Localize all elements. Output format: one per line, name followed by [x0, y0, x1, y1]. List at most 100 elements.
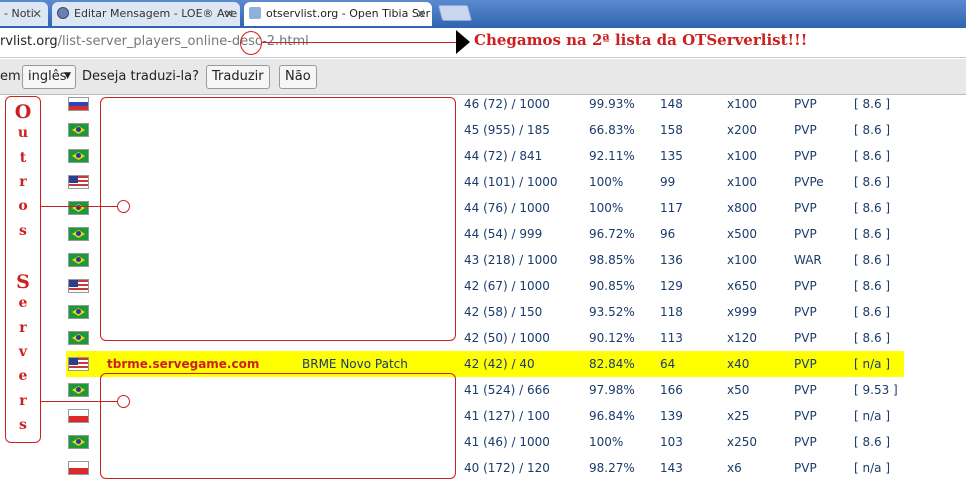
flag-icon [68, 253, 89, 267]
cell-ping: 99 [660, 175, 676, 189]
cell-ping: 113 [660, 331, 683, 345]
cell-uptime: 99.93% [589, 97, 635, 111]
cell-exp: x500 [727, 227, 758, 241]
cell-uptime: 92.11% [589, 149, 635, 163]
side-label-char: s [19, 222, 27, 239]
chevron-down-icon: ▼ [64, 71, 71, 81]
annotation-headline: Chegamos na 2ª lista da OTServerlist!!! [474, 31, 808, 49]
cell-ping: 129 [660, 279, 683, 293]
cell-version: [ n/a ] [854, 409, 890, 423]
flag-icon [68, 279, 89, 293]
cell-exp: x50 [727, 383, 750, 397]
cell-exp: x100 [727, 253, 758, 267]
cell-players: 45 (955) / 185 [464, 123, 550, 137]
translate-button[interactable]: Traduzir [206, 65, 270, 89]
cell-version: [ 8.6 ] [854, 435, 891, 449]
cell-uptime: 96.84% [589, 409, 635, 423]
annotation-arrow-line [262, 42, 460, 43]
cell-players: 46 (72) / 1000 [464, 97, 550, 111]
cell-ping: 136 [660, 253, 683, 267]
site-favicon-icon [249, 7, 261, 19]
language-select[interactable]: inglês ▼ [22, 65, 76, 89]
tab-label: - Noti [4, 7, 34, 20]
new-tab-button[interactable] [437, 5, 473, 21]
close-icon[interactable]: ✕ [224, 7, 234, 21]
side-label-char: O [14, 101, 32, 123]
cell-players: 42 (58) / 150 [464, 305, 543, 319]
cell-ping: 117 [660, 201, 683, 215]
cell-ping: 96 [660, 227, 676, 241]
cell-ping: 139 [660, 409, 683, 423]
cell-players: 42 (50) / 1000 [464, 331, 550, 345]
side-label-char: r [19, 173, 27, 190]
tab-otservlist[interactable]: otservlist.org - Open Tibia Ser ✕ [244, 2, 432, 26]
cell-type: PVP [794, 435, 817, 449]
cell-type: PVP [794, 227, 817, 241]
flag-icon [68, 383, 89, 397]
cell-players: 42 (67) / 1000 [464, 279, 550, 293]
tab-label: otservlist.org - Open Tibia Ser [266, 7, 431, 20]
flag-icon [68, 175, 89, 189]
flag-icon [68, 435, 89, 449]
annotation-marker [117, 200, 130, 213]
cell-name[interactable]: tbrme.servegame.com [107, 357, 259, 371]
cell-uptime: 82.84% [589, 357, 635, 371]
cell-ping: 158 [660, 123, 683, 137]
cell-version: [ 8.6 ] [854, 279, 891, 293]
cell-exp: x100 [727, 175, 758, 189]
cell-uptime: 100% [589, 175, 624, 189]
cell-uptime: 96.72% [589, 227, 635, 241]
close-icon[interactable]: ✕ [416, 7, 426, 21]
cell-players: 41 (46) / 1000 [464, 435, 550, 449]
side-label-char: r [19, 319, 27, 336]
cell-players: 42 (42) / 40 [464, 357, 535, 371]
cell-version: [ 8.6 ] [854, 175, 891, 189]
cell-uptime: 100% [589, 201, 624, 215]
cell-players: 43 (218) / 1000 [464, 253, 558, 267]
flag-icon [68, 149, 89, 163]
cell-type: PVP [794, 149, 817, 163]
cell-exp: x800 [727, 201, 758, 215]
side-label-char: s [19, 416, 27, 433]
cell-exp: x40 [727, 357, 750, 371]
site-favicon-icon [57, 7, 69, 19]
flag-icon [68, 409, 89, 423]
cell-type: PVP [794, 201, 817, 215]
cell-ping: 64 [660, 357, 676, 371]
cell-type: PVP [794, 357, 817, 371]
flag-icon [68, 461, 89, 475]
cell-players: 44 (54) / 999 [464, 227, 543, 241]
cell-version: [ 8.6 ] [854, 149, 891, 163]
cell-version: [ 8.6 ] [854, 331, 891, 345]
flag-icon [68, 201, 89, 215]
cell-uptime: 97.98% [589, 383, 635, 397]
cell-exp: x650 [727, 279, 758, 293]
flag-icon [68, 123, 89, 137]
cell-type: PVP [794, 409, 817, 423]
cell-exp: x200 [727, 123, 758, 137]
cell-uptime: 90.12% [589, 331, 635, 345]
cell-version: [ 8.6 ] [854, 227, 891, 241]
cell-type: PVPe [794, 175, 824, 189]
flag-icon [68, 331, 89, 345]
cell-exp: x6 [727, 461, 742, 475]
cell-ping: 148 [660, 97, 683, 111]
tab-editar-mensagem[interactable]: Editar Mensagem - LOE® Ave ✕ [52, 2, 240, 26]
cell-type: WAR [794, 253, 822, 267]
cell-players: 40 (172) / 120 [464, 461, 550, 475]
flag-icon [68, 97, 89, 111]
tab-news[interactable]: - Noti ✕ [0, 2, 48, 26]
cell-exp: x999 [727, 305, 758, 319]
no-button[interactable]: Não [279, 65, 317, 89]
flag-icon [68, 305, 89, 319]
cell-version: [ 8.6 ] [854, 123, 891, 137]
cell-players: 44 (101) / 1000 [464, 175, 558, 189]
cell-version: [ 8.6 ] [854, 305, 891, 319]
cell-exp: x25 [727, 409, 750, 423]
cell-players: 41 (127) / 100 [464, 409, 550, 423]
cell-exp: x100 [727, 149, 758, 163]
close-icon[interactable]: ✕ [32, 7, 42, 21]
translate-question: Deseja traduzi-la? [82, 69, 199, 84]
cell-ping: 135 [660, 149, 683, 163]
translate-bar: em inglês ▼ Deseja traduzi-la? Traduzir N… [0, 59, 966, 95]
